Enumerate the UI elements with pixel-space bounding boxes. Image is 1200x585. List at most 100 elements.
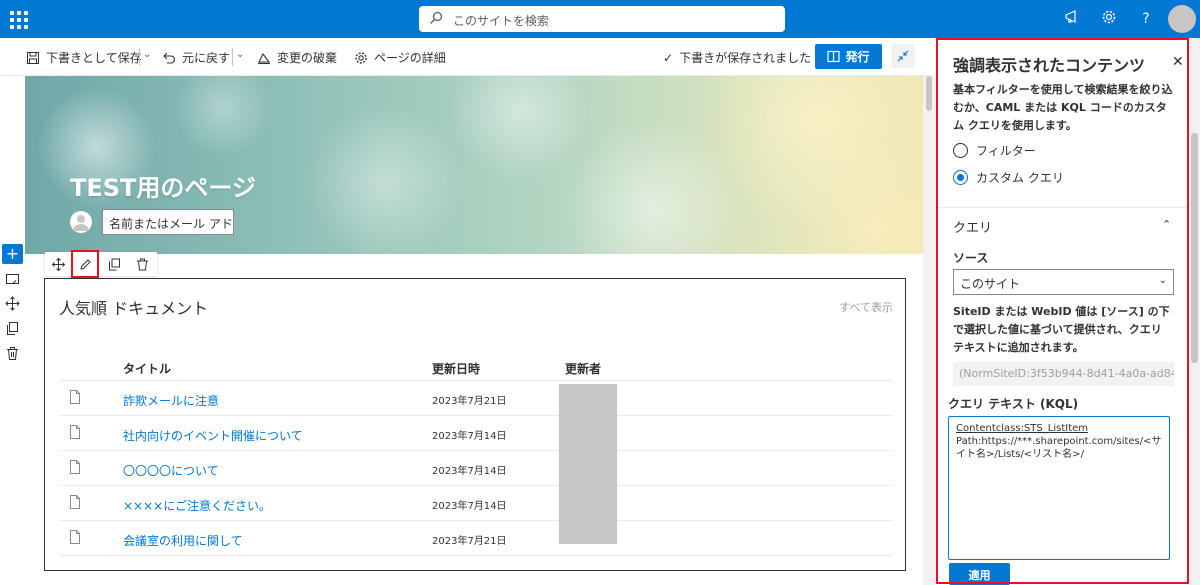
page-canvas: TEST用のページ 名前またはメール アドレス 人気順 ドキュメント すべて表示… xyxy=(25,76,923,585)
discard-icon xyxy=(258,52,271,64)
document-date: 2023年7月21日 xyxy=(432,536,507,547)
waffle-icon[interactable] xyxy=(8,9,28,29)
site-id-field: (NormSiteID:3f53b944-8d41-4a0a-ad84-d1 xyxy=(953,362,1174,386)
collapse-icon xyxy=(897,50,909,62)
discard-changes-button[interactable]: 変更の破棄 xyxy=(257,49,337,66)
document-icon xyxy=(70,425,80,439)
help-icon[interactable]: ? xyxy=(1136,9,1156,29)
move-webpart-icon[interactable] xyxy=(47,254,69,274)
author-avatar xyxy=(70,211,92,233)
duplicate-webpart-icon[interactable] xyxy=(103,254,125,274)
left-rail: + xyxy=(0,76,25,585)
document-link[interactable]: 詐欺メールに注意 xyxy=(123,392,219,409)
add-section-button[interactable]: + xyxy=(2,244,23,264)
delete-icon[interactable] xyxy=(5,346,20,361)
canvas-scrollbar[interactable] xyxy=(923,76,935,585)
document-icon xyxy=(70,390,80,404)
author-input[interactable]: 名前またはメール アドレス xyxy=(102,209,234,235)
source-help-text: SiteID または WebID 値は [ソース] の下で選択した値に基づいて提… xyxy=(953,305,1170,354)
filter-radio[interactable] xyxy=(953,143,968,158)
pencil-icon xyxy=(79,258,91,270)
page-title[interactable]: TEST用のページ xyxy=(70,168,256,203)
scrollbar-thumb[interactable] xyxy=(926,76,932,111)
edit-webpart-button[interactable] xyxy=(71,250,99,278)
chevron-down-icon: ⌄ xyxy=(1158,275,1167,286)
duplicate-icon[interactable] xyxy=(5,321,20,336)
title-banner: TEST用のページ 名前またはメール アドレス xyxy=(25,76,923,254)
document-link[interactable]: 〇〇〇〇について xyxy=(123,462,219,479)
megaphone-icon[interactable] xyxy=(1062,9,1082,29)
query-text-input[interactable]: Contentclass:STS_ListItem Path:https://*… xyxy=(948,416,1170,560)
property-pane: 強調表示されたコンテンツ ✕ 基本フィルターを使用して検索結果を絞り込むか、CA… xyxy=(935,38,1200,585)
column-modified[interactable]: 更新日時 xyxy=(432,360,480,377)
apply-button[interactable]: 適用 xyxy=(949,563,1010,585)
highlighted-content-webpart[interactable]: 人気順 ドキュメント すべて表示 タイトル 更新日時 更新者 詐欺メールに注意 … xyxy=(44,278,906,571)
collapse-panel-button[interactable] xyxy=(891,44,915,68)
custom-query-option[interactable]: カスタム クエリ xyxy=(953,169,1064,186)
undo-button[interactable]: 元に戻す xyxy=(162,49,230,66)
table-row[interactable]: 社内向けのイベント開催について 2023年7月14日 xyxy=(59,416,893,451)
save-status: ✓ 下書きが保存されました xyxy=(663,49,811,66)
table-row[interactable]: 〇〇〇〇について 2023年7月14日 xyxy=(59,451,893,486)
webpart-title: 人気順 ドキュメント xyxy=(59,299,209,318)
filter-option[interactable]: フィルター xyxy=(953,142,1036,159)
search-icon xyxy=(430,11,443,24)
divider xyxy=(139,48,140,66)
chevron-up-icon[interactable]: ⌃ xyxy=(1162,218,1171,231)
delete-webpart-icon[interactable] xyxy=(131,254,153,274)
gear-icon[interactable] xyxy=(1099,9,1119,29)
document-link[interactable]: ××××にご注意ください。 xyxy=(123,497,271,514)
pane-title: 強調表示されたコンテンツ xyxy=(953,56,1146,75)
undo-chevron-down-icon[interactable]: ⌄ xyxy=(236,49,244,60)
query-section-header[interactable]: クエリ xyxy=(953,217,992,236)
scrollbar-thumb[interactable] xyxy=(1191,133,1198,363)
pane-scrollbar[interactable] xyxy=(1189,38,1200,585)
publish-button[interactable]: 発行 xyxy=(815,44,882,69)
search-input[interactable]: このサイトを検索 xyxy=(419,6,785,32)
suite-bar: このサイトを検索 ? xyxy=(0,0,1200,38)
source-dropdown[interactable]: このサイト ⌄ xyxy=(953,269,1174,295)
undo-icon xyxy=(163,52,176,64)
save-draft-label: 下書きとして保存 xyxy=(46,51,142,65)
document-icon xyxy=(70,530,80,544)
webpart-toolbar xyxy=(45,250,157,278)
custom-query-label: カスタム クエリ xyxy=(976,171,1064,185)
custom-query-radio[interactable] xyxy=(953,170,968,185)
document-table: タイトル 更新日時 更新者 詐欺メールに注意 2023年7月21日 社内向けのイ… xyxy=(59,349,893,556)
save-draft-button[interactable]: 下書きとして保存 xyxy=(26,49,142,66)
query-text-label: クエリ テキスト (KQL) xyxy=(948,397,1079,411)
command-bar: 下書きとして保存 ⌄ 元に戻す ⌄ 変更の破棄 ページの詳細 ✓ 下書きが保存さ… xyxy=(0,38,935,76)
discard-label: 変更の破棄 xyxy=(277,51,338,65)
divider xyxy=(935,207,1188,208)
save-status-label: 下書きが保存されました xyxy=(679,51,812,65)
document-link[interactable]: 社内向けのイベント開催について xyxy=(123,427,303,444)
document-date: 2023年7月21日 xyxy=(432,396,507,407)
close-icon[interactable]: ✕ xyxy=(1172,54,1184,70)
gear-icon xyxy=(355,51,367,64)
save-icon xyxy=(27,51,39,64)
page-details-button[interactable]: ページの詳細 xyxy=(354,49,446,66)
page-details-label: ページの詳細 xyxy=(374,51,446,65)
undo-label: 元に戻す xyxy=(182,51,231,65)
source-value: このサイト xyxy=(960,277,1021,291)
document-date: 2023年7月14日 xyxy=(432,431,507,442)
document-icon xyxy=(70,495,80,509)
search-placeholder: このサイトを検索 xyxy=(453,14,550,28)
see-all-link[interactable]: すべて表示 xyxy=(839,299,893,315)
checkmark-icon: ✓ xyxy=(663,50,674,65)
document-link[interactable]: 会議室の利用に関して xyxy=(123,532,243,549)
document-date: 2023年7月14日 xyxy=(432,466,507,477)
table-row[interactable]: ××××にご注意ください。 2023年7月14日 xyxy=(59,486,893,521)
filter-option-label: フィルター xyxy=(976,144,1036,158)
table-row[interactable]: 会議室の利用に関して 2023年7月21日 xyxy=(59,521,893,556)
source-label: ソース xyxy=(953,251,989,265)
table-row[interactable]: 詐欺メールに注意 2023年7月21日 xyxy=(59,381,893,416)
save-chevron-down-icon[interactable]: ⌄ xyxy=(143,49,151,60)
column-modified-by[interactable]: 更新者 xyxy=(565,360,601,377)
avatar[interactable] xyxy=(1168,5,1196,33)
pane-description: 基本フィルターを使用して検索結果を絞り込むか、CAML または KQL コードの… xyxy=(953,83,1173,132)
document-date: 2023年7月14日 xyxy=(432,501,507,512)
column-title[interactable]: タイトル xyxy=(123,360,171,377)
edit-section-icon[interactable] xyxy=(5,272,20,287)
move-icon[interactable] xyxy=(5,296,20,311)
